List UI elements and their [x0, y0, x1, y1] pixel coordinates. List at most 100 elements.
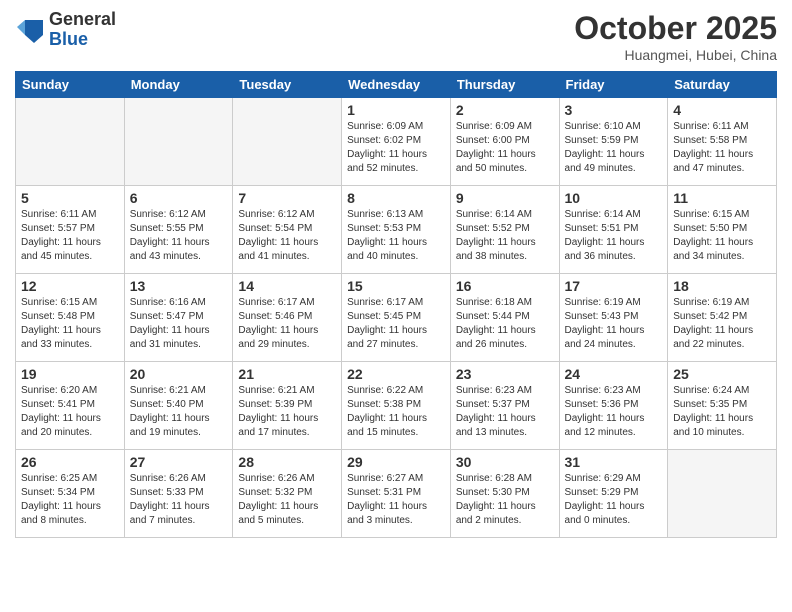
day-number: 27	[130, 454, 228, 470]
day-info: Sunrise: 6:09 AM Sunset: 6:00 PM Dayligh…	[456, 120, 554, 176]
day-number: 22	[347, 366, 445, 382]
calendar-cell: 4Sunrise: 6:11 AM Sunset: 5:58 PM Daylig…	[668, 98, 777, 186]
calendar-cell: 13 Sunrise: 6:16 AM Sunset: 5:47 PM Dayli…	[124, 274, 233, 362]
day-info: Sunrise: 6:23 AM Sunset: 5:37 PM Dayligh…	[456, 384, 554, 440]
day-header-saturday: Saturday	[668, 72, 777, 98]
calendar-cell: 3Sunrise: 6:10 AM Sunset: 5:59 PM Daylig…	[559, 98, 668, 186]
calendar-cell: 1 Sunrise: 6:09 AM Sunset: 6:02 PM Daylig…	[342, 98, 451, 186]
day-info: Sunrise: 6:18 AM Sunset: 5:44 PM Dayligh…	[456, 296, 554, 352]
day-header-monday: Monday	[124, 72, 233, 98]
day-info: Sunrise: 6:12 AM Sunset: 5:55 PM Dayligh…	[130, 208, 228, 264]
day-info: Sunrise: 6:17 AM Sunset: 5:46 PM Dayligh…	[238, 296, 336, 352]
day-info: Sunrise: 6:13 AM Sunset: 5:53 PM Dayligh…	[347, 208, 445, 264]
calendar-cell: 20 Sunrise: 6:21 AM Sunset: 5:40 PM Dayli…	[124, 362, 233, 450]
calendar-cell: 24Sunrise: 6:23 AM Sunset: 5:36 PM Dayli…	[559, 362, 668, 450]
week-row-3: 12 Sunrise: 6:15 AM Sunset: 5:48 PM Dayli…	[16, 274, 777, 362]
calendar-cell: 26Sunrise: 6:25 AM Sunset: 5:34 PM Dayli…	[16, 450, 125, 538]
week-row-2: 5Sunrise: 6:11 AM Sunset: 5:57 PM Daylig…	[16, 186, 777, 274]
month-title: October 2025	[574, 10, 777, 47]
calendar-cell: 22 Sunrise: 6:22 AM Sunset: 5:38 PM Dayli…	[342, 362, 451, 450]
day-info: Sunrise: 6:26 AM Sunset: 5:32 PM Dayligh…	[238, 472, 336, 528]
day-number: 15	[347, 278, 445, 294]
day-number: 25	[673, 366, 771, 382]
day-info: Sunrise: 6:26 AM Sunset: 5:33 PM Dayligh…	[130, 472, 228, 528]
calendar-cell: 14Sunrise: 6:17 AM Sunset: 5:46 PM Dayli…	[233, 274, 342, 362]
calendar-cell: 31Sunrise: 6:29 AM Sunset: 5:29 PM Dayli…	[559, 450, 668, 538]
calendar-cell: 2 Sunrise: 6:09 AM Sunset: 6:00 PM Daylig…	[450, 98, 559, 186]
day-info: Sunrise: 6:29 AM Sunset: 5:29 PM Dayligh…	[565, 472, 663, 528]
day-info: Sunrise: 6:12 AM Sunset: 5:54 PM Dayligh…	[238, 208, 336, 264]
day-info: Sunrise: 6:11 AM Sunset: 5:58 PM Dayligh…	[673, 120, 771, 176]
calendar-cell: 9 Sunrise: 6:14 AM Sunset: 5:52 PM Daylig…	[450, 186, 559, 274]
calendar-cell: 12 Sunrise: 6:15 AM Sunset: 5:48 PM Dayli…	[16, 274, 125, 362]
calendar-cell: 19Sunrise: 6:20 AM Sunset: 5:41 PM Dayli…	[16, 362, 125, 450]
day-number: 20	[130, 366, 228, 382]
calendar-cell	[16, 98, 125, 186]
day-number: 2	[456, 102, 554, 118]
day-info: Sunrise: 6:15 AM Sunset: 5:48 PM Dayligh…	[21, 296, 119, 352]
calendar-cell: 15 Sunrise: 6:17 AM Sunset: 5:45 PM Dayli…	[342, 274, 451, 362]
day-number: 9	[456, 190, 554, 206]
day-info: Sunrise: 6:17 AM Sunset: 5:45 PM Dayligh…	[347, 296, 445, 352]
day-number: 6	[130, 190, 228, 206]
header: General Blue October 2025 Huangmei, Hube…	[15, 10, 777, 63]
calendar-cell: 28 Sunrise: 6:26 AM Sunset: 5:32 PM Dayli…	[233, 450, 342, 538]
day-info: Sunrise: 6:16 AM Sunset: 5:47 PM Dayligh…	[130, 296, 228, 352]
day-info: Sunrise: 6:09 AM Sunset: 6:02 PM Dayligh…	[347, 120, 445, 176]
day-headers-row: SundayMondayTuesdayWednesdayThursdayFrid…	[16, 72, 777, 98]
calendar-cell: 23 Sunrise: 6:23 AM Sunset: 5:37 PM Dayli…	[450, 362, 559, 450]
day-info: Sunrise: 6:22 AM Sunset: 5:38 PM Dayligh…	[347, 384, 445, 440]
day-header-friday: Friday	[559, 72, 668, 98]
day-number: 16	[456, 278, 554, 294]
day-number: 29	[347, 454, 445, 470]
calendar-table: SundayMondayTuesdayWednesdayThursdayFrid…	[15, 71, 777, 538]
day-header-wednesday: Wednesday	[342, 72, 451, 98]
calendar-cell	[124, 98, 233, 186]
day-header-sunday: Sunday	[16, 72, 125, 98]
calendar-cell: 7 Sunrise: 6:12 AM Sunset: 5:54 PM Daylig…	[233, 186, 342, 274]
day-number: 10	[565, 190, 663, 206]
day-info: Sunrise: 6:20 AM Sunset: 5:41 PM Dayligh…	[21, 384, 119, 440]
calendar-cell: 21Sunrise: 6:21 AM Sunset: 5:39 PM Dayli…	[233, 362, 342, 450]
location: Huangmei, Hubei, China	[574, 47, 777, 63]
day-info: Sunrise: 6:19 AM Sunset: 5:42 PM Dayligh…	[673, 296, 771, 352]
calendar-cell: 18 Sunrise: 6:19 AM Sunset: 5:42 PM Dayli…	[668, 274, 777, 362]
day-number: 30	[456, 454, 554, 470]
week-row-1: 1 Sunrise: 6:09 AM Sunset: 6:02 PM Daylig…	[16, 98, 777, 186]
day-info: Sunrise: 6:25 AM Sunset: 5:34 PM Dayligh…	[21, 472, 119, 528]
day-info: Sunrise: 6:14 AM Sunset: 5:52 PM Dayligh…	[456, 208, 554, 264]
calendar-cell: 6 Sunrise: 6:12 AM Sunset: 5:55 PM Daylig…	[124, 186, 233, 274]
day-number: 18	[673, 278, 771, 294]
day-number: 21	[238, 366, 336, 382]
day-number: 17	[565, 278, 663, 294]
day-number: 11	[673, 190, 771, 206]
day-number: 3	[565, 102, 663, 118]
calendar-cell: 8 Sunrise: 6:13 AM Sunset: 5:53 PM Daylig…	[342, 186, 451, 274]
week-row-5: 26Sunrise: 6:25 AM Sunset: 5:34 PM Dayli…	[16, 450, 777, 538]
day-header-thursday: Thursday	[450, 72, 559, 98]
day-number: 1	[347, 102, 445, 118]
title-area: October 2025 Huangmei, Hubei, China	[574, 10, 777, 63]
day-number: 23	[456, 366, 554, 382]
day-info: Sunrise: 6:19 AM Sunset: 5:43 PM Dayligh…	[565, 296, 663, 352]
day-info: Sunrise: 6:28 AM Sunset: 5:30 PM Dayligh…	[456, 472, 554, 528]
day-number: 7	[238, 190, 336, 206]
calendar-cell: 27 Sunrise: 6:26 AM Sunset: 5:33 PM Dayli…	[124, 450, 233, 538]
day-info: Sunrise: 6:14 AM Sunset: 5:51 PM Dayligh…	[565, 208, 663, 264]
day-number: 12	[21, 278, 119, 294]
calendar-cell	[668, 450, 777, 538]
calendar-cell: 29 Sunrise: 6:27 AM Sunset: 5:31 PM Dayli…	[342, 450, 451, 538]
logo-icon	[15, 15, 45, 45]
day-info: Sunrise: 6:27 AM Sunset: 5:31 PM Dayligh…	[347, 472, 445, 528]
day-number: 24	[565, 366, 663, 382]
calendar-cell: 16 Sunrise: 6:18 AM Sunset: 5:44 PM Dayli…	[450, 274, 559, 362]
day-number: 8	[347, 190, 445, 206]
calendar-cell: 11Sunrise: 6:15 AM Sunset: 5:50 PM Dayli…	[668, 186, 777, 274]
day-number: 28	[238, 454, 336, 470]
day-number: 13	[130, 278, 228, 294]
calendar-cell: 25Sunrise: 6:24 AM Sunset: 5:35 PM Dayli…	[668, 362, 777, 450]
calendar-cell	[233, 98, 342, 186]
day-info: Sunrise: 6:21 AM Sunset: 5:40 PM Dayligh…	[130, 384, 228, 440]
calendar-cell: 17 Sunrise: 6:19 AM Sunset: 5:43 PM Dayli…	[559, 274, 668, 362]
calendar-cell: 30 Sunrise: 6:28 AM Sunset: 5:30 PM Dayli…	[450, 450, 559, 538]
